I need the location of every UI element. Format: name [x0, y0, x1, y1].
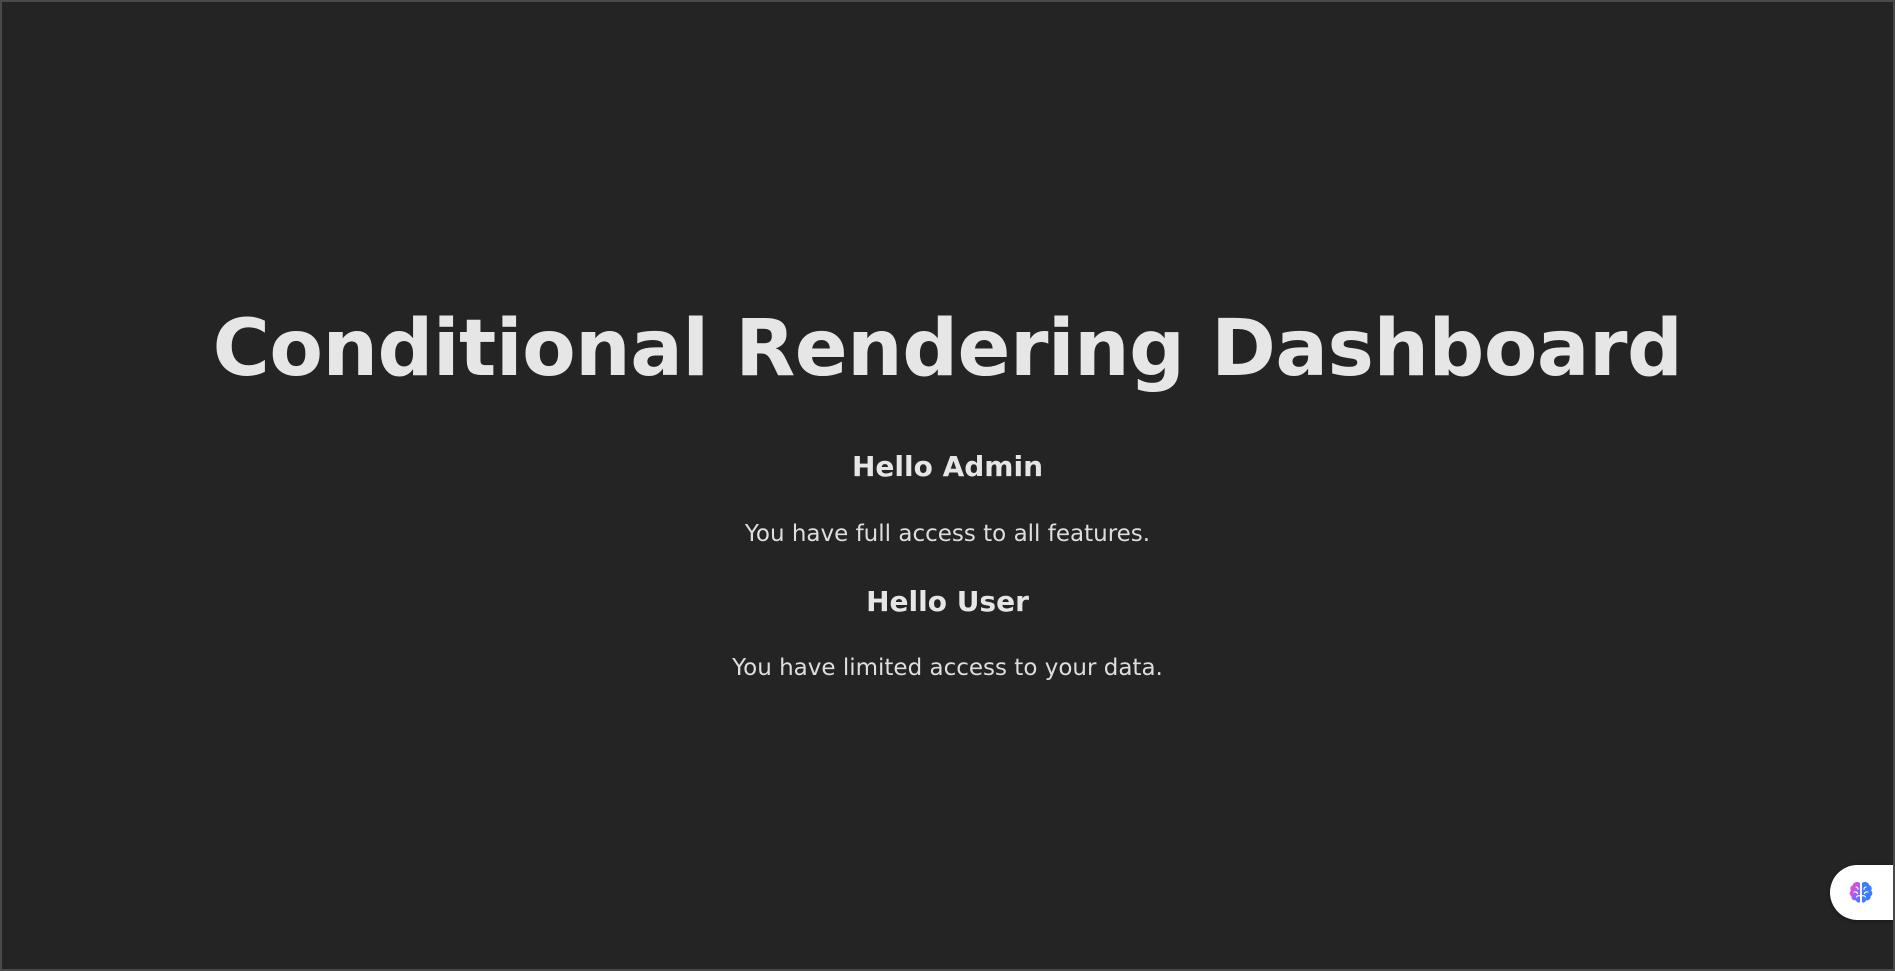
app-viewport: Conditional Rendering Dashboard Hello Ad…: [0, 0, 1895, 971]
user-greeting: Hello User: [866, 585, 1029, 618]
page-title: Conditional Rendering Dashboard: [212, 304, 1683, 394]
admin-greeting: Hello Admin: [851, 450, 1044, 483]
brain-icon: [1846, 878, 1876, 908]
assistant-floating-button[interactable]: [1830, 865, 1893, 920]
admin-access-message: You have full access to all features.: [744, 521, 1151, 547]
user-access-message: You have limited access to your data.: [732, 655, 1163, 681]
